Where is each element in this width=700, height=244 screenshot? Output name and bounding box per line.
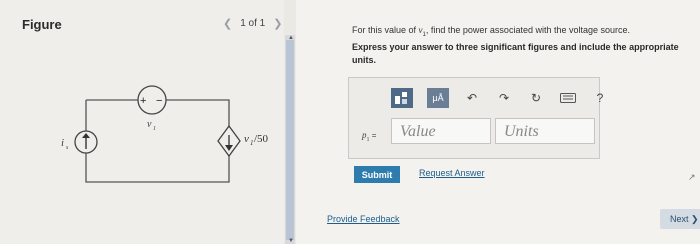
question-text: For this value of v1, find the power ass… <box>352 25 630 38</box>
scroll-up-icon[interactable]: ▲ <box>288 35 294 41</box>
dep-source-label: v <box>244 133 249 145</box>
scroll-down-icon[interactable]: ▼ <box>288 238 294 244</box>
dep-source-tail: /50 <box>254 133 269 145</box>
request-answer-link[interactable]: Request Answer <box>419 168 485 178</box>
reset-icon[interactable]: ↻ <box>527 89 545 107</box>
undo-icon[interactable]: ↶ <box>463 89 481 107</box>
answer-equals: = <box>371 131 377 140</box>
question-suffix: , find the power associated with the vol… <box>425 25 631 35</box>
source-label-sub: s <box>66 145 69 151</box>
scrollbar-thumb[interactable] <box>286 40 294 240</box>
problem-panel: For this value of v1, find the power ass… <box>296 0 700 244</box>
redo-icon[interactable]: ↷ <box>495 89 513 107</box>
keyboard-icon[interactable] <box>559 89 577 107</box>
units-icon[interactable]: μÅ <box>427 88 449 108</box>
minus-sign: − <box>156 95 162 107</box>
figure-panel: Figure ❮ 1 of 1 ❯ i s + − v 1 v 1 /50 <box>0 0 284 244</box>
dependent-source <box>217 124 241 158</box>
voltage-label-sub: 1 <box>153 126 156 132</box>
next-button[interactable]: Next ❯ <box>660 209 700 229</box>
cursor-icon: ↗ <box>688 172 696 182</box>
dep-source-sub: 1 <box>250 139 254 147</box>
provide-feedback-link[interactable]: Provide Feedback <box>327 214 400 224</box>
submit-button[interactable]: Submit <box>354 166 400 183</box>
answer-var-label: p1 = <box>362 130 376 143</box>
question-prefix: For this value of <box>352 25 417 35</box>
plus-sign: + <box>140 95 146 107</box>
help-icon[interactable]: ? <box>591 89 609 107</box>
circuit-diagram: i s + − v 1 v 1 /50 <box>61 85 269 183</box>
source-label: i <box>61 137 64 149</box>
voltage-label: v <box>147 119 152 130</box>
value-input[interactable]: Value <box>391 118 491 144</box>
panel-scrollbar[interactable]: ▲ ▼ <box>285 35 295 244</box>
math-toolbar: μÅ ↶ ↷ ↻ ? <box>391 88 609 108</box>
template-icon[interactable] <box>391 88 413 108</box>
units-input[interactable]: Units <box>495 118 595 144</box>
answer-var-sub: 1 <box>366 136 370 143</box>
current-source <box>74 130 98 154</box>
instruction-text: Express your answer to three significant… <box>352 42 679 65</box>
